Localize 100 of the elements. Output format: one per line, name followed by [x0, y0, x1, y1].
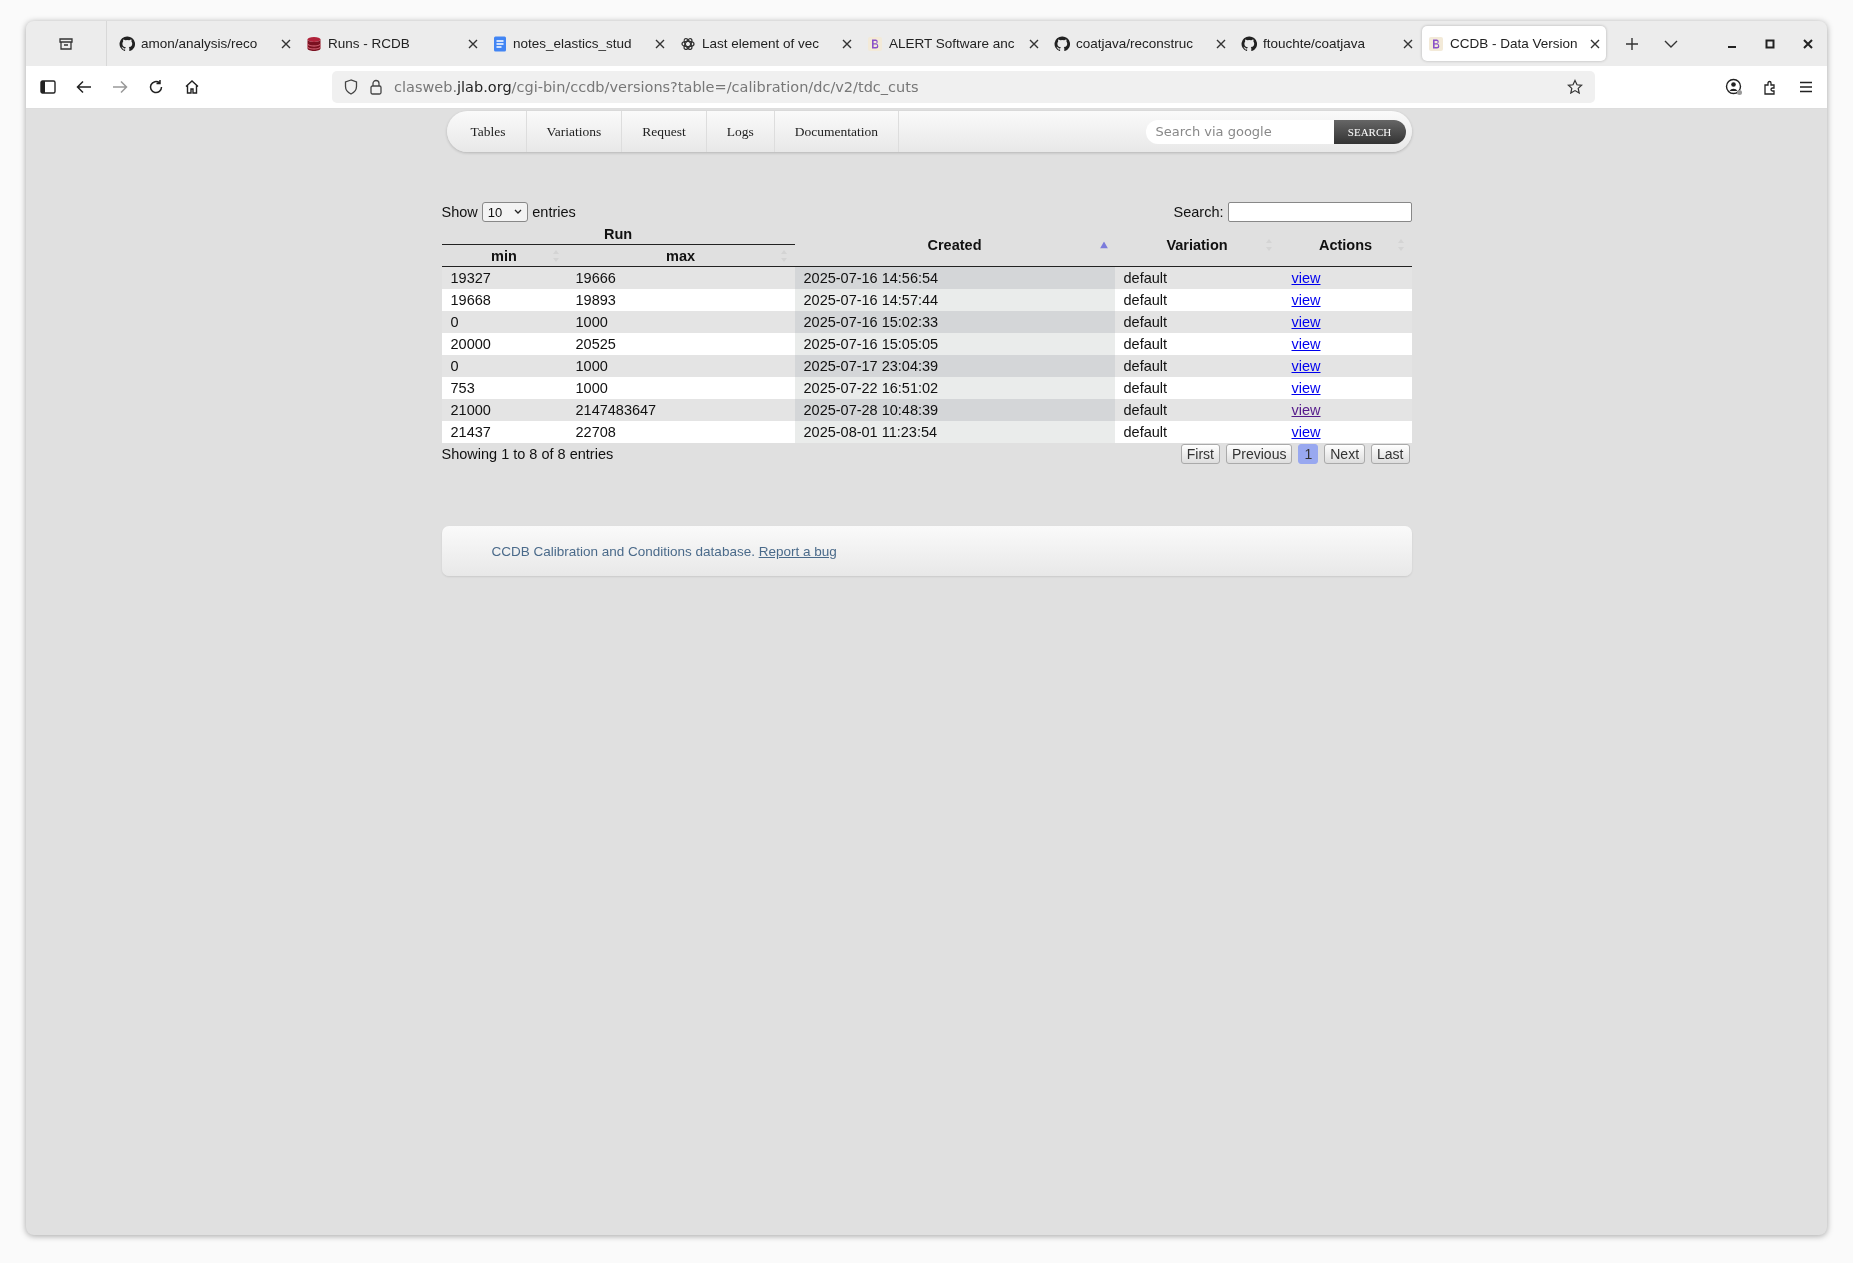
close-icon[interactable] [468, 38, 478, 49]
pagination-button[interactable]: First [1180, 444, 1220, 464]
column-group-header: Run [441, 224, 795, 245]
view-link[interactable]: view [1291, 380, 1321, 396]
report-bug-link[interactable]: Report a bug [758, 543, 837, 559]
database-icon [306, 35, 322, 52]
view-link[interactable]: view [1291, 292, 1321, 308]
table-cell: 2025-08-01 11:23:54 [794, 421, 1115, 443]
url-text: clasweb.jlab.org/cgi-bin/ccdb/versions?table=/calibration/dc/v2/tdc_cuts [394, 79, 919, 95]
browser-tab[interactable]: notes_elastics_stud [487, 26, 671, 61]
close-icon[interactable] [655, 38, 665, 49]
table-cell: 22708 [566, 421, 795, 443]
column-header[interactable]: min [441, 244, 567, 267]
menu-icon[interactable] [1799, 81, 1813, 93]
close-icon[interactable] [1590, 38, 1600, 49]
github-icon [1054, 35, 1070, 52]
browser-tab[interactable]: CCDB - Data Version [1422, 26, 1606, 61]
nav-link[interactable]: Request [622, 111, 707, 152]
browser-tab[interactable]: amon/analysis/reco [113, 26, 297, 61]
bookmark-star-icon[interactable] [1567, 79, 1583, 95]
maximize-icon[interactable] [1765, 38, 1775, 49]
view-link[interactable]: view [1291, 358, 1321, 374]
shield-icon [344, 79, 358, 95]
close-icon[interactable] [281, 38, 291, 49]
table-cell: 0 [441, 311, 567, 333]
account-icon[interactable] [1725, 78, 1743, 96]
browser-tab[interactable]: ftouchte/coatjava [1235, 26, 1419, 61]
view-link[interactable]: view [1291, 402, 1321, 418]
browser-tab[interactable]: Last element of vec [674, 26, 858, 61]
forward-icon[interactable] [112, 80, 128, 94]
nav-link[interactable]: Documentation [774, 111, 900, 152]
column-header[interactable]: Created [794, 224, 1115, 267]
table-cell: 1000 [566, 311, 795, 333]
table-cell: default [1114, 289, 1280, 311]
table-cell: 19893 [566, 289, 795, 311]
table-cell: default [1114, 355, 1280, 377]
view-link[interactable]: view [1291, 314, 1321, 330]
browser-tab[interactable]: ALERT Software anc [861, 26, 1045, 61]
close-icon[interactable] [842, 38, 852, 49]
column-header[interactable]: max [566, 244, 795, 267]
home-icon[interactable] [184, 79, 200, 95]
document-icon [493, 35, 507, 52]
search-label: Search: [1173, 204, 1224, 220]
close-icon[interactable] [1029, 38, 1039, 49]
github-icon [119, 35, 135, 52]
table-cell: 0 [441, 355, 567, 377]
table-cell: 753 [441, 377, 567, 399]
table-cell: 1000 [566, 377, 795, 399]
table-cell: 21000 [441, 399, 567, 421]
page-size-select[interactable]: 10 [481, 202, 529, 222]
bootstrap-icon [1428, 35, 1444, 52]
close-icon[interactable] [1803, 38, 1813, 49]
search-button[interactable]: SEARCH [1333, 119, 1406, 144]
nav-link[interactable]: Variations [526, 111, 623, 152]
table-cell: 2025-07-28 10:48:39 [794, 399, 1115, 421]
table-cell: default [1114, 399, 1280, 421]
chevron-down-icon[interactable] [1664, 38, 1678, 49]
github-icon [1241, 35, 1257, 52]
table-cell: default [1114, 311, 1280, 333]
table-cell: 2025-07-16 14:56:54 [794, 266, 1115, 289]
table-cell: 2025-07-22 16:51:02 [794, 377, 1115, 399]
table-cell: 20000 [441, 333, 567, 355]
knot-icon [680, 35, 696, 52]
nav-link[interactable]: Tables [450, 111, 527, 152]
new-tab-icon[interactable] [1625, 36, 1639, 51]
table-info: Showing 1 to 8 of 8 entries [441, 446, 614, 462]
close-icon[interactable] [1403, 38, 1413, 49]
address-bar[interactable]: clasweb.jlab.org/cgi-bin/ccdb/versions?table=/calibration/dc/v2/tdc_cuts [332, 71, 1595, 103]
table-cell: default [1114, 266, 1280, 289]
sidebar-icon[interactable] [40, 80, 56, 94]
nav-link[interactable]: Logs [706, 111, 775, 152]
table-cell: default [1114, 421, 1280, 443]
table-cell: 2025-07-17 23:04:39 [794, 355, 1115, 377]
close-icon[interactable] [1216, 38, 1226, 49]
tab-list-icon[interactable] [58, 35, 74, 52]
column-header[interactable]: Variation [1114, 224, 1280, 267]
footer-text: CCDB Calibration and Conditions database. Report a bug [491, 543, 837, 559]
caret-icon [514, 209, 523, 215]
pagination-button[interactable]: Previous [1225, 444, 1293, 464]
back-icon[interactable] [76, 80, 92, 94]
browser-tab[interactable]: Runs - RCDB [300, 26, 484, 61]
table-cell: 19666 [566, 266, 795, 289]
google-search-field[interactable]: Search via google [1145, 119, 1334, 144]
table-search-field[interactable] [1227, 202, 1412, 222]
browser-tab[interactable]: coatjava/reconstruc [1048, 26, 1232, 61]
view-link[interactable]: view [1291, 336, 1321, 352]
pagination-button[interactable]: Last [1371, 444, 1410, 464]
table-cell: 2025-07-16 15:05:05 [794, 333, 1115, 355]
show-label: Show [441, 204, 478, 220]
view-link[interactable]: view [1291, 424, 1321, 440]
pagination-button[interactable]: 1 [1298, 444, 1319, 464]
table-cell: 2025-07-16 14:57:44 [794, 289, 1115, 311]
table-cell: 1000 [566, 355, 795, 377]
column-header[interactable]: Actions [1279, 224, 1412, 267]
entries-label: entries [532, 204, 576, 220]
view-link[interactable]: view [1291, 270, 1321, 286]
pagination-button[interactable]: Next [1324, 444, 1366, 464]
reload-icon[interactable] [148, 79, 164, 95]
table-cell: 21437 [441, 421, 567, 443]
table-cell: 2147483647 [566, 399, 795, 421]
